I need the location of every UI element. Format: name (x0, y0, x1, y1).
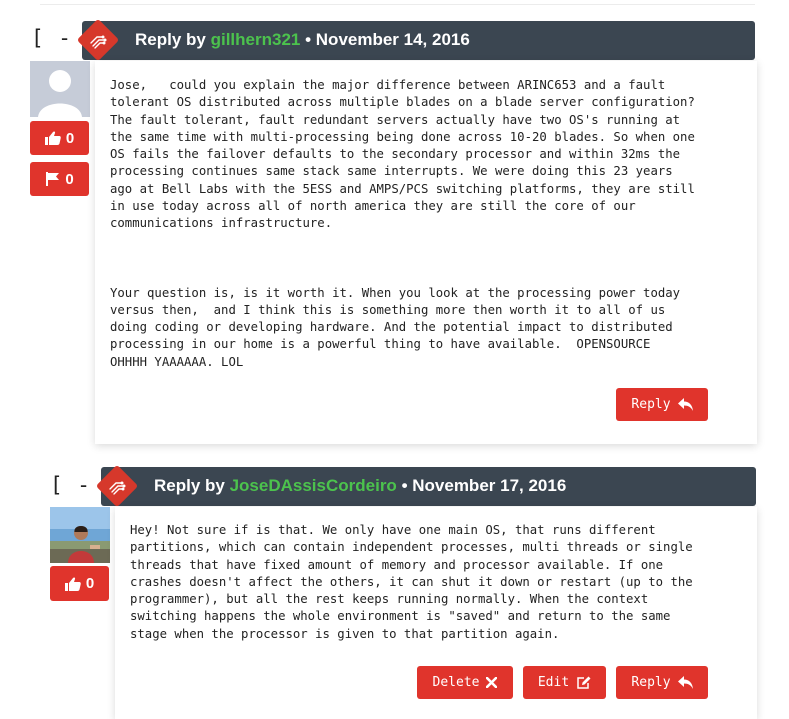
user-photo-avatar-icon (50, 507, 110, 563)
separator-dot: • (305, 30, 312, 49)
delete-button[interactable]: Delete (417, 666, 513, 699)
author-link[interactable]: gillhern321 (211, 30, 301, 49)
reply-button[interactable]: Reply (616, 388, 708, 421)
separator-dot: • (401, 476, 408, 495)
comment-header: Reply by JoseDAssisCordeiro • November 1… (101, 467, 756, 506)
author-link[interactable]: JoseDAssisCordeiro (230, 476, 397, 495)
top-divider (40, 4, 755, 5)
reply-label: Reply (631, 397, 671, 412)
reply-button[interactable]: Reply (616, 666, 708, 699)
reply-label: Reply (631, 675, 671, 690)
delete-label: Delete (432, 675, 480, 690)
dislike-count: 0 (65, 170, 74, 188)
edit-label: Edit (537, 675, 570, 690)
flag-button[interactable]: 0 (30, 162, 89, 196)
comment-card: Jose, could you explain the major differ… (95, 61, 757, 444)
like-count: 0 (65, 129, 75, 147)
reply-by-label: Reply by (135, 30, 206, 49)
close-icon (486, 677, 498, 688)
comment-header-text: Reply by JoseDAssisCordeiro • November 1… (154, 476, 566, 496)
thumbs-up-icon (44, 131, 61, 145)
comment-header: Reply by gillhern321 • November 14, 2016 (82, 21, 755, 60)
default-user-avatar-icon (30, 61, 90, 117)
comment-card: Hey! Not sure if is that. We only have o… (115, 507, 757, 719)
reply-by-label: Reply by (154, 476, 225, 495)
circuit-icon (90, 35, 107, 49)
thumbs-up-icon (64, 576, 81, 591)
reply-arrow-icon (677, 398, 693, 411)
comment-header-text: Reply by gillhern321 • November 14, 2016 (135, 30, 470, 50)
comment-body: Hey! Not sure if is that. We only have o… (130, 523, 693, 641)
comment-date: November 14, 2016 (315, 30, 470, 49)
like-button[interactable]: 0 (30, 121, 89, 155)
comment-body: Jose, could you explain the major differ… (110, 78, 695, 369)
reply-arrow-icon (677, 676, 693, 689)
avatar (50, 507, 110, 563)
like-count: 0 (85, 575, 95, 592)
flag-icon (46, 172, 60, 186)
edit-button[interactable]: Edit (523, 666, 606, 699)
like-button[interactable]: 0 (50, 566, 109, 601)
edit-icon (577, 676, 591, 689)
circuit-icon (109, 481, 126, 495)
avatar (30, 61, 90, 117)
comment-date: November 17, 2016 (412, 476, 567, 495)
